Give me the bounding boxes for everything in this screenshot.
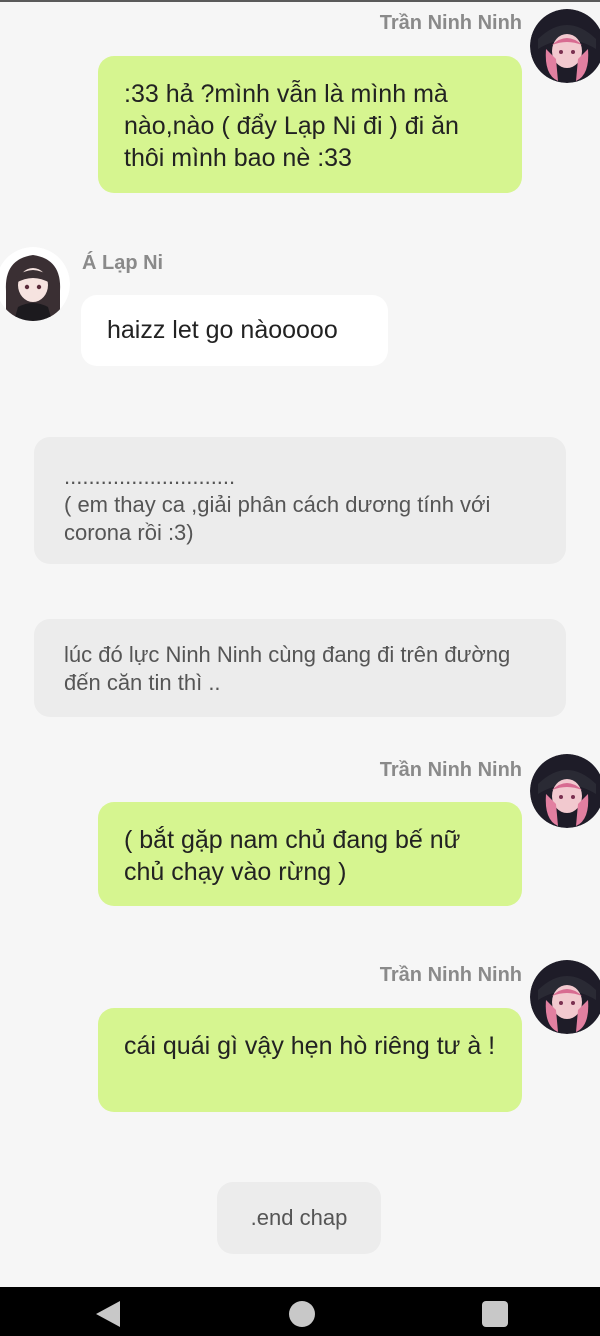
- end-chapter-chip: .end chap: [217, 1182, 381, 1254]
- avatar-image: [530, 754, 600, 828]
- recent-square-icon[interactable]: [482, 1301, 508, 1327]
- message-bubble[interactable]: haizz let go nàooooo: [81, 295, 388, 366]
- sender-name: Á Lạp Ni: [82, 252, 164, 274]
- avatar[interactable]: [530, 9, 600, 83]
- system-navigation-bar: [0, 1287, 600, 1336]
- sender-name: Trần Ninh Ninh: [379, 964, 522, 986]
- message-bubble[interactable]: ( bắt gặp nam chủ đang bế nữ chủ chạy và…: [98, 802, 522, 906]
- avatar-image: [530, 9, 600, 83]
- narration-bubble: ............................ ( em thay c…: [34, 437, 566, 564]
- message-bubble[interactable]: :33 hả ?mình vẫn là mình mà nào,nào ( đẩ…: [98, 56, 522, 193]
- back-triangle-icon[interactable]: [96, 1301, 120, 1327]
- home-circle-icon[interactable]: [289, 1301, 315, 1327]
- avatar[interactable]: [530, 960, 600, 1034]
- sender-name: Trần Ninh Ninh: [379, 759, 522, 781]
- avatar-image: [0, 247, 70, 321]
- message-bubble[interactable]: cái quái gì vậy hẹn hò riêng tư à !: [98, 1008, 522, 1112]
- end-chapter-label: .end chap: [250, 1205, 348, 1230]
- avatar-image: [530, 960, 600, 1034]
- avatar[interactable]: [530, 754, 600, 828]
- sender-name: Trần Ninh Ninh: [379, 12, 522, 34]
- narration-bubble: lúc đó lực Ninh Ninh cùng đang đi trên đ…: [34, 619, 566, 717]
- avatar[interactable]: [0, 247, 70, 321]
